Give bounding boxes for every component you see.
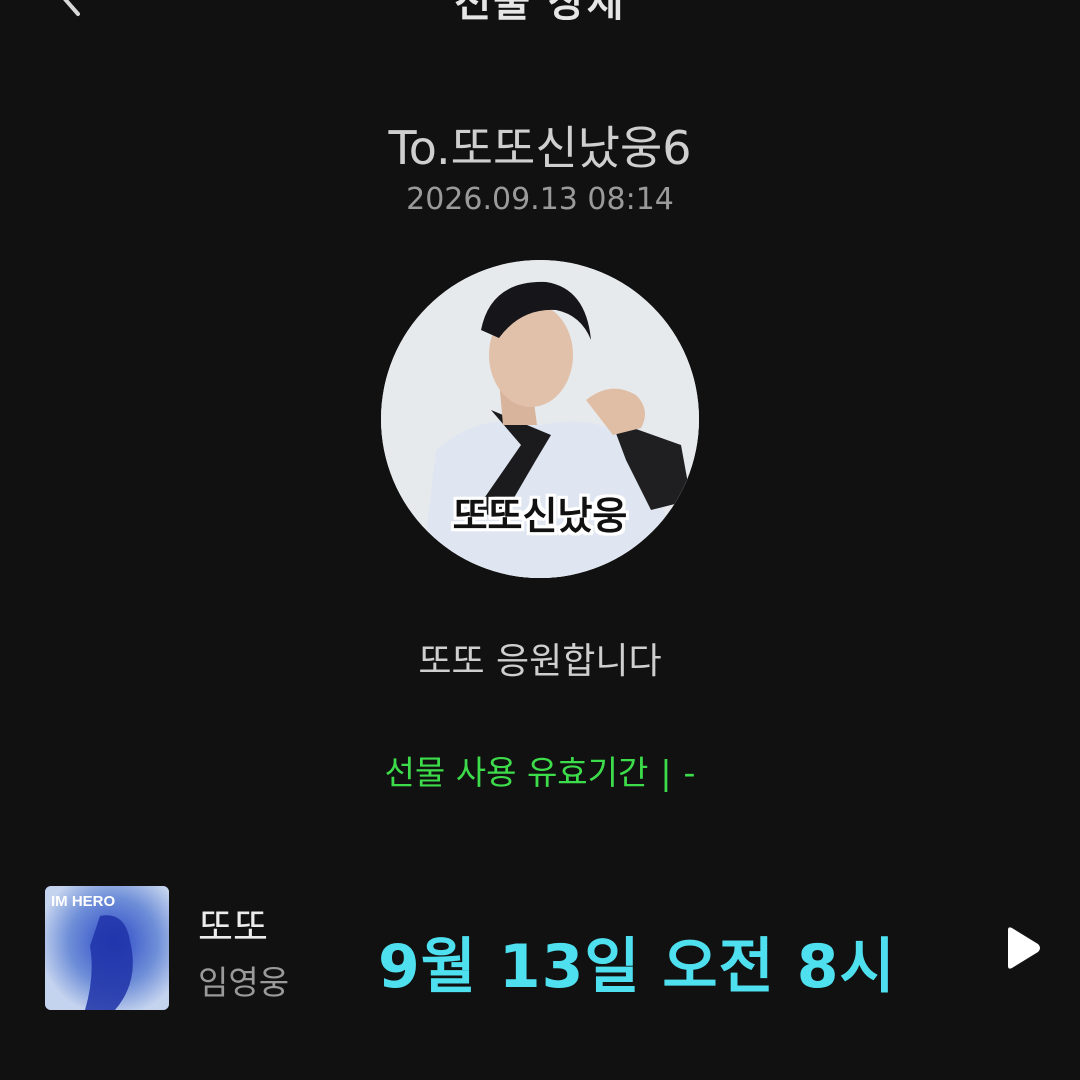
track-artist: 임영웅 bbox=[198, 963, 290, 1002]
gift-message: 또또 응원합니다 bbox=[418, 641, 662, 682]
track-title: 또또 bbox=[198, 905, 268, 949]
top-bar: 선물 상세 bbox=[0, 0, 1080, 20]
album-art-text: IM HERO bbox=[51, 893, 116, 910]
gift-validity: 선물 사용 유효기간 | - bbox=[0, 746, 1080, 794]
track-row[interactable]: IM HERO 또또 임영웅 9월 13일 오전 8시 bbox=[0, 880, 1080, 1015]
validity-value: - bbox=[683, 753, 696, 792]
recipient-name: To.또또신났웅6 bbox=[388, 121, 692, 175]
overlay-annotation: 9월 13일 오전 8시 bbox=[378, 932, 896, 1002]
sender-avatar: 또또신났웅 bbox=[381, 260, 699, 578]
validity-label: 선물 사용 유효기간 bbox=[384, 753, 649, 792]
album-art[interactable]: IM HERO bbox=[45, 886, 169, 1010]
album-cover-image: IM HERO bbox=[45, 886, 169, 1010]
avatar-caption: 또또신났웅 bbox=[452, 494, 628, 538]
play-button[interactable] bbox=[1000, 924, 1044, 972]
page-title: 선물 상세 bbox=[0, 0, 1080, 20]
validity-separator: | bbox=[660, 753, 672, 792]
gift-detail-screen: 선물 상세 To.또또신났웅6 2026.09.13 08:14 또또신났웅 또… bbox=[0, 0, 1080, 1080]
sent-timestamp: 2026.09.13 08:14 bbox=[406, 182, 674, 217]
play-icon bbox=[1008, 927, 1040, 969]
